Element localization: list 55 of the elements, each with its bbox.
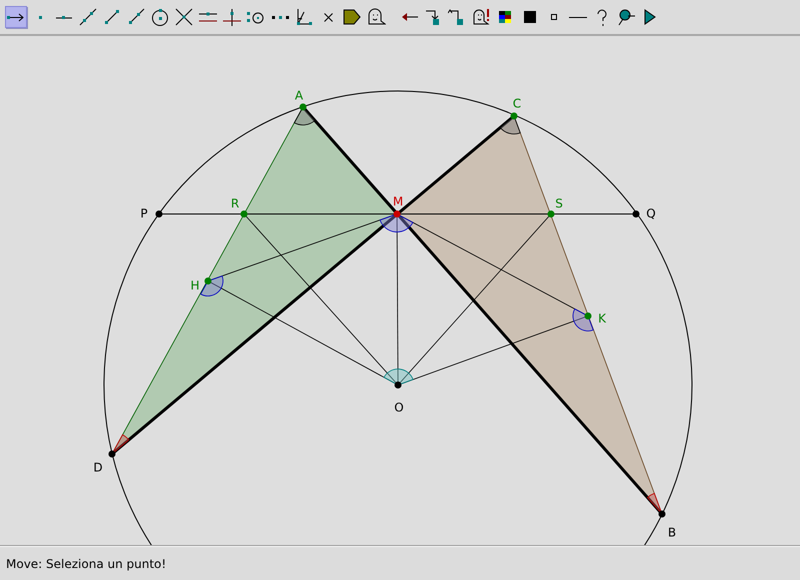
point-label: M: [392, 194, 404, 208]
angle-mark: [572, 308, 594, 332]
point-dot[interactable]: [584, 312, 592, 320]
perpendicular-icon: [222, 7, 242, 27]
point-dot[interactable]: [394, 210, 400, 218]
point-label: D: [93, 460, 103, 474]
line-icon: [78, 7, 98, 27]
point-label: H: [190, 278, 200, 292]
angle-mark: [294, 106, 316, 126]
intersection-icon: [174, 7, 194, 27]
point-dot[interactable]: [204, 278, 212, 284]
close-icon: [324, 12, 332, 22]
point-dot[interactable]: [510, 112, 518, 120]
point-label: A: [294, 88, 304, 102]
point-label: O: [394, 400, 404, 414]
point-dot[interactable]: [240, 210, 248, 218]
point-dot[interactable]: [300, 104, 306, 110]
tool-button[interactable]: [77, 6, 99, 28]
tool-button[interactable]: [5, 6, 27, 28]
point-dot[interactable]: [394, 382, 402, 388]
segment-icon: [102, 7, 122, 27]
point-dot[interactable]: [548, 210, 554, 218]
point-label: K: [598, 311, 606, 326]
square-icon: [524, 11, 536, 23]
small-square-icon: [551, 14, 557, 20]
tool-button[interactable]: [149, 6, 171, 28]
line-style-icon: [569, 16, 587, 18]
ghost-alert-icon: [472, 7, 492, 27]
point-label: Q: [646, 206, 656, 220]
dots-icon: [272, 16, 288, 18]
point-label: B: [668, 525, 676, 540]
ghost-icon: [366, 7, 386, 27]
point-label: P: [140, 206, 148, 220]
circle-icon: [150, 7, 170, 27]
ray-icon: [126, 7, 146, 27]
angle-mark: [500, 116, 521, 134]
angle-icon: [294, 7, 314, 27]
point-dot[interactable]: [108, 450, 116, 458]
angle-mark: [380, 214, 414, 232]
tool-button[interactable]: [221, 6, 243, 28]
point-label: C: [512, 96, 522, 110]
angle-mark: [112, 434, 130, 454]
point-dot[interactable]: [658, 510, 666, 518]
pentagon-icon: [342, 7, 362, 27]
point-label: R: [230, 196, 240, 210]
point-dot[interactable]: [632, 210, 640, 218]
angle-mark: [200, 276, 224, 296]
point-label: S: [555, 196, 563, 210]
pin-icon: [616, 7, 636, 27]
angle-mark: [384, 368, 414, 386]
line-point-icon: [56, 16, 72, 18]
point-dot[interactable]: [156, 210, 162, 218]
angle-mark: [647, 492, 662, 514]
point-icon: [38, 16, 42, 18]
tool-button[interactable]: [173, 6, 195, 28]
